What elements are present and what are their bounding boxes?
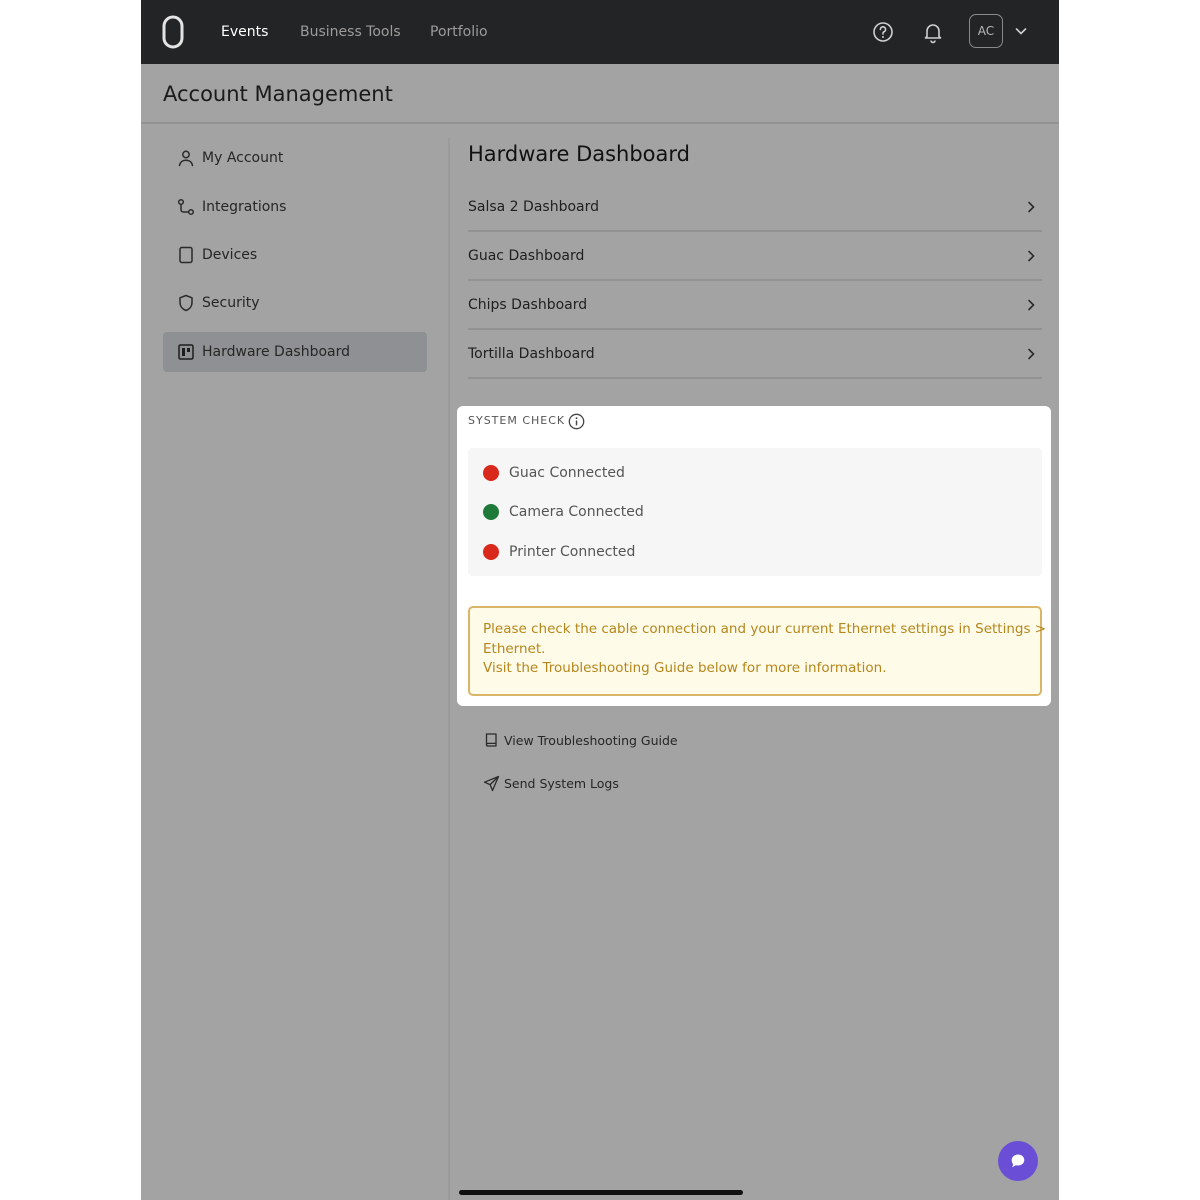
sidebar-item-label: My Account [202, 150, 284, 166]
nav-portfolio-link[interactable]: Portfolio [430, 22, 488, 42]
check-label: Printer Connected [509, 544, 636, 560]
nav-events-link[interactable]: Events [221, 22, 268, 42]
chevron-right-icon [1028, 348, 1035, 360]
avatar-initials: AC [977, 24, 995, 38]
sidebar-item-security[interactable]: Security [163, 283, 427, 323]
send-icon [483, 775, 500, 792]
avatar-button[interactable]: AC [969, 14, 1003, 48]
check-label: Guac Connected [509, 465, 625, 481]
sidebar-item-my-account[interactable]: My Account [163, 138, 427, 178]
ethernet-warning-alert: Please check the cable connection and yo… [468, 606, 1047, 696]
book-icon [485, 733, 497, 747]
chevron-right-icon [1028, 201, 1035, 213]
system-check-heading: SYSTEM CHECK [468, 414, 566, 427]
sidebar-item-label: Integrations [202, 199, 287, 215]
dashboard-row-label: Tortilla Dashboard [468, 346, 595, 362]
dashboard-row-tortilla[interactable]: Tortilla Dashboard [468, 330, 1042, 379]
sidebar-item-devices[interactable]: Devices [163, 235, 427, 275]
sidebar-item-label: Security [202, 295, 260, 311]
system-check-panel: SYSTEM CHECK Guac Connected Camera Conne… [457, 406, 1051, 706]
alert-line: Please check the cable connection and yo… [483, 621, 1047, 637]
chevron-right-icon [1028, 250, 1035, 262]
dashboard-row-label: Guac Dashboard [468, 248, 585, 264]
nav-business-tools-link[interactable]: Business Tools [300, 22, 401, 42]
sidebar-item-label: Hardware Dashboard [202, 344, 350, 360]
dashboard-row-label: Chips Dashboard [468, 297, 588, 313]
chat-bubble-icon [1011, 1154, 1025, 1168]
chevron-down-icon[interactable] [1014, 24, 1028, 38]
alert-line: Ethernet. [483, 640, 546, 657]
chat-button[interactable] [998, 1141, 1038, 1181]
chevron-right-icon [1028, 299, 1035, 311]
link-label: Send System Logs [504, 776, 619, 791]
section-title: Hardware Dashboard [468, 142, 690, 166]
dashboard-row-label: Salsa 2 Dashboard [468, 199, 599, 215]
sidebar-item-hardware-dashboard[interactable]: Hardware Dashboard [163, 332, 427, 372]
column-divider [448, 138, 450, 1200]
home-indicator[interactable] [459, 1190, 743, 1195]
sidebar-item-label: Devices [202, 247, 258, 263]
sidebar-item-integrations[interactable]: Integrations [163, 187, 427, 227]
header-divider [141, 122, 1059, 124]
dashboard-icon [178, 344, 194, 360]
dashboard-row-salsa-2[interactable]: Salsa 2 Dashboard [468, 183, 1042, 232]
logo-icon[interactable] [161, 14, 185, 50]
help-icon[interactable] [871, 20, 895, 44]
dashboard-row-chips[interactable]: Chips Dashboard [468, 281, 1042, 330]
link-label: View Troubleshooting Guide [504, 733, 678, 748]
status-dot-error [483, 465, 499, 481]
page-title: Account Management [163, 82, 393, 106]
bell-icon[interactable] [921, 20, 945, 44]
status-dot-error [483, 544, 499, 560]
check-label: Camera Connected [509, 504, 644, 520]
integrations-icon [177, 198, 195, 216]
dashboard-row-guac[interactable]: Guac Dashboard [468, 232, 1042, 281]
alert-line: Visit the Troubleshooting Guide below fo… [483, 660, 887, 676]
person-icon [178, 150, 194, 167]
tablet-screen: Events Business Tools Portfolio AC Accou… [141, 0, 1059, 1200]
status-dot-ok [483, 504, 499, 520]
system-check-list: Guac Connected Camera Connected Printer … [468, 448, 1042, 576]
top-nav-bar: Events Business Tools Portfolio AC [141, 0, 1059, 64]
device-icon [179, 246, 193, 264]
info-icon[interactable] [568, 413, 585, 430]
shield-icon [179, 294, 193, 312]
